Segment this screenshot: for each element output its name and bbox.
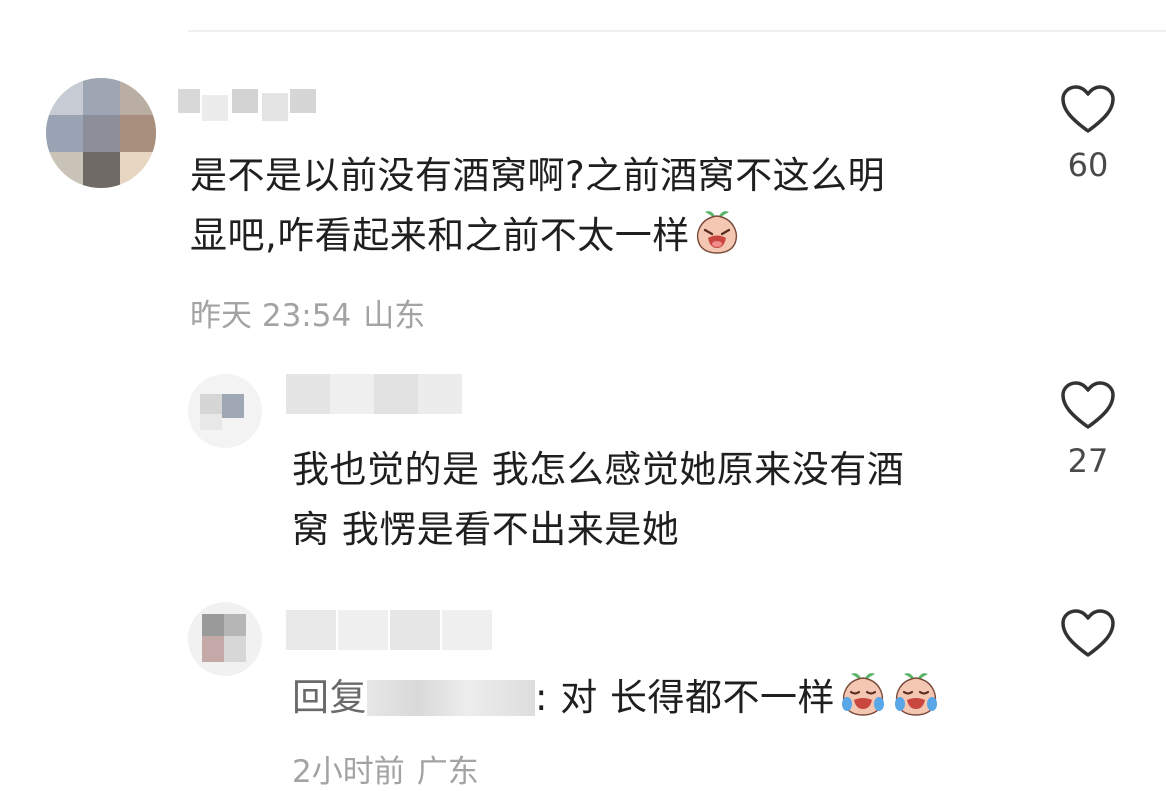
avatar[interactable] (188, 374, 262, 448)
username-blurred[interactable] (178, 85, 328, 127)
reply-text: 我也觉的是 我怎么感觉她原来没有酒 窝 我愣是看不出来是她 (292, 448, 905, 551)
avatar[interactable] (46, 78, 156, 188)
username-blurred[interactable] (286, 372, 466, 416)
crying-peach-emoji-icon (891, 670, 941, 734)
like-button[interactable]: 60 (1048, 84, 1128, 184)
avatar[interactable] (188, 602, 262, 676)
heart-outline-icon (1061, 381, 1115, 429)
comment-location: 山东 (363, 298, 426, 334)
comment-meta: 昨天 23:54 山东 (190, 290, 437, 335)
like-count: 60 (1067, 146, 1109, 184)
comment-text: 是不是以前没有酒窝啊?之前酒窝不这么明 显吧,咋看起来和之前不太一样 (190, 146, 885, 272)
comment-meta: 2小时前 广东 (292, 746, 491, 791)
top-divider (188, 30, 1166, 32)
reply-text: 回复: 对 长得都不一样 (292, 668, 941, 734)
like-button[interactable]: 27 (1048, 380, 1128, 480)
username-blurred[interactable] (286, 606, 496, 654)
like-button[interactable] (1048, 608, 1128, 658)
reply-prefix: 回复 (292, 676, 367, 719)
heart-outline-icon (1061, 85, 1115, 133)
comment-time: 昨天 23:54 (190, 298, 352, 334)
like-count: 27 (1067, 442, 1109, 480)
crying-peach-emoji-icon (693, 208, 741, 272)
reply-target-blurred[interactable] (367, 680, 535, 716)
heart-outline-icon (1061, 609, 1115, 657)
crying-peach-emoji-icon (838, 670, 888, 734)
